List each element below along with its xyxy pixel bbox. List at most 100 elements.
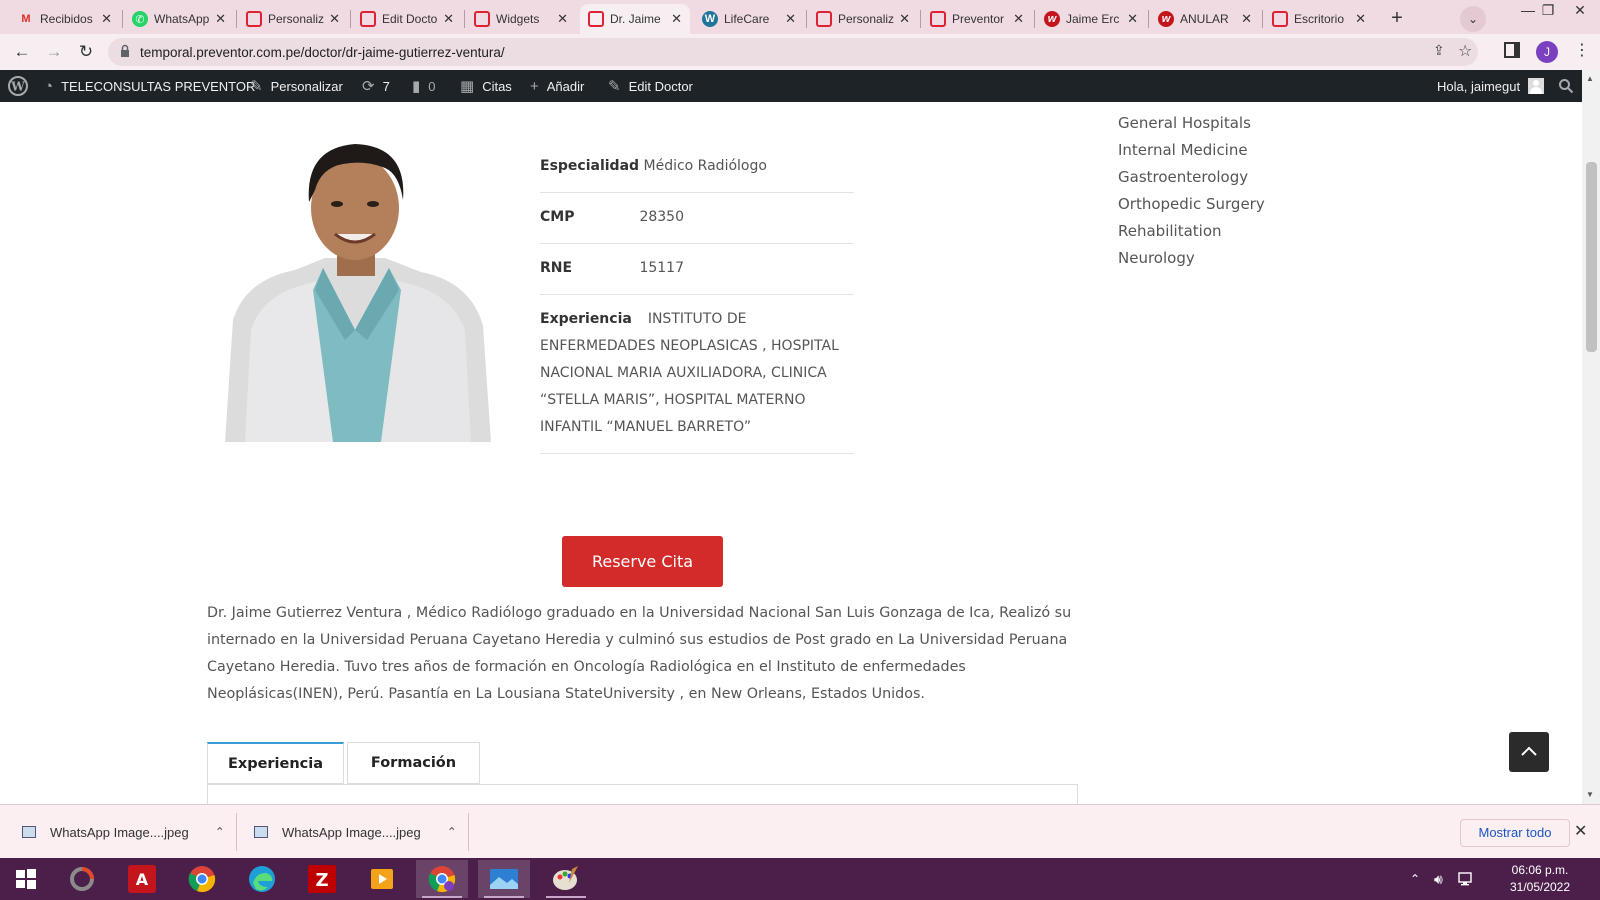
edit-doctor-link[interactable]: ✎ Edit Doctor bbox=[608, 70, 693, 102]
tab-escritorio[interactable]: Escritorio ✕ bbox=[1264, 4, 1374, 34]
close-icon[interactable]: ✕ bbox=[101, 11, 112, 27]
edge-icon[interactable] bbox=[236, 860, 288, 898]
customize-label: Personalizar bbox=[270, 78, 343, 94]
close-icon[interactable]: ✕ bbox=[329, 11, 340, 27]
customize-link[interactable]: ✎ Personalizar bbox=[250, 70, 343, 102]
chrome-running-icon[interactable] bbox=[416, 860, 468, 898]
tab-lifecare[interactable]: W LifeCare ✕ bbox=[694, 4, 804, 34]
add-new-link[interactable]: + Añadir bbox=[530, 70, 584, 102]
download-item[interactable]: WhatsApp Image....jpeg ⌃ bbox=[22, 805, 225, 859]
department-link[interactable]: Rehabilitation bbox=[1118, 218, 1265, 245]
chrome-icon[interactable] bbox=[176, 860, 228, 898]
wordpress-logo-icon[interactable]: W bbox=[8, 70, 28, 102]
tab-title: LifeCare bbox=[724, 12, 770, 26]
tab-title: Jaime Erc bbox=[1066, 12, 1120, 26]
bookmark-star-icon[interactable]: ☆ bbox=[1458, 41, 1472, 61]
department-link[interactable]: Internal Medicine bbox=[1118, 137, 1265, 164]
scroll-to-top-button[interactable] bbox=[1509, 732, 1549, 772]
user-avatar bbox=[1528, 78, 1545, 94]
close-icon[interactable]: ✕ bbox=[557, 11, 568, 27]
filezilla-icon[interactable]: Z bbox=[296, 860, 348, 898]
photos-app-icon[interactable] bbox=[478, 860, 530, 898]
chevron-up-icon[interactable]: ⌃ bbox=[215, 825, 225, 839]
tab-jaime-erc[interactable]: w Jaime Erc ✕ bbox=[1036, 4, 1146, 34]
tab-personaliz[interactable]: Personaliz ✕ bbox=[238, 4, 348, 34]
tab-widgets[interactable]: Widgets ✕ bbox=[466, 4, 576, 34]
tab-preventor[interactable]: Preventor ✕ bbox=[922, 4, 1032, 34]
download-item[interactable]: WhatsApp Image....jpeg ⌃ bbox=[254, 805, 457, 859]
tab-dr-jaime-active[interactable]: Dr. Jaime ✕ bbox=[580, 4, 690, 34]
lock-icon[interactable] bbox=[120, 44, 130, 58]
tab-whatsapp[interactable]: ✆ WhatsApp ✕ bbox=[124, 4, 234, 34]
scroll-down-arrow-icon[interactable]: ▼ bbox=[1586, 790, 1594, 799]
close-icon[interactable]: ✕ bbox=[1127, 11, 1138, 27]
brush-icon: ✎ bbox=[250, 78, 263, 95]
department-link[interactable]: General Hospitals bbox=[1118, 110, 1265, 137]
tab-search-chevron-icon[interactable]: ⌄ bbox=[1460, 6, 1486, 32]
close-icon[interactable]: ✕ bbox=[785, 11, 796, 27]
close-icon[interactable]: ✕ bbox=[1241, 11, 1252, 27]
clock-time: 06:06 p.m. bbox=[1511, 863, 1569, 877]
chevron-up-icon[interactable]: ⌃ bbox=[447, 825, 457, 839]
tab-formacion[interactable]: Formación bbox=[347, 742, 480, 784]
window-close-icon[interactable]: ✕ bbox=[1560, 2, 1600, 19]
citas-link[interactable]: ▦ Citas bbox=[460, 70, 512, 102]
tab-title: Preventor bbox=[952, 12, 1005, 26]
reserve-appointment-button[interactable]: Reserve Cita bbox=[562, 536, 723, 587]
tab-edit-doctor[interactable]: Edit Docto ✕ bbox=[352, 4, 462, 34]
address-bar[interactable]: temporal.preventor.com.pe/doctor/dr-jaim… bbox=[108, 38, 1478, 66]
acrobat-icon[interactable]: A bbox=[116, 860, 168, 898]
url-text[interactable]: temporal.preventor.com.pe/doctor/dr-jaim… bbox=[140, 45, 505, 60]
updates-link[interactable]: ⟳ 7 bbox=[362, 70, 390, 102]
close-icon[interactable]: ✕ bbox=[899, 11, 910, 27]
department-link[interactable]: Orthopedic Surgery bbox=[1118, 191, 1265, 218]
share-icon[interactable]: ⇪ bbox=[1433, 42, 1445, 59]
show-hidden-icons-chevron-icon[interactable]: ⌃ bbox=[1410, 858, 1420, 900]
network-icon[interactable] bbox=[1458, 858, 1474, 900]
new-tab-plus-icon[interactable]: + bbox=[1383, 7, 1411, 31]
tab-anular[interactable]: w ANULAR ✕ bbox=[1150, 4, 1260, 34]
site-name-menu[interactable]: ◔ TELECONSULTAS PREVENTOR bbox=[44, 70, 255, 102]
reload-icon[interactable]: ↻ bbox=[74, 40, 98, 64]
download-shelf: WhatsApp Image....jpeg ⌃ WhatsApp Image.… bbox=[0, 804, 1600, 858]
comments-count: 0 bbox=[428, 78, 436, 94]
svg-text:Z: Z bbox=[315, 870, 328, 891]
volume-icon[interactable]: 🔊︎ bbox=[1434, 858, 1443, 900]
forward-arrow-icon[interactable]: → bbox=[42, 40, 66, 64]
comments-link[interactable]: ▮ 0 bbox=[412, 70, 436, 102]
kebab-menu-icon[interactable]: ⋮ bbox=[1574, 40, 1590, 60]
cmp-row: CMP 28350 bbox=[540, 193, 854, 244]
close-icon[interactable]: ✕ bbox=[671, 11, 682, 27]
close-icon[interactable]: ✕ bbox=[1013, 11, 1024, 27]
back-arrow-icon[interactable]: ← bbox=[10, 40, 34, 64]
side-panel-icon[interactable] bbox=[1504, 42, 1520, 58]
department-link[interactable]: Gastroenterology bbox=[1118, 164, 1265, 191]
citas-label: Citas bbox=[482, 78, 512, 94]
department-link[interactable]: Neurology bbox=[1118, 245, 1265, 272]
paint-app-icon[interactable] bbox=[540, 860, 592, 898]
page-scrollbar[interactable]: ▲ ▼ bbox=[1582, 70, 1600, 804]
user-account-menu[interactable]: Hola, jaimegut bbox=[1437, 70, 1545, 102]
recovery-app-icon[interactable] bbox=[56, 860, 108, 898]
tab-personaliz-2[interactable]: Personaliz ✕ bbox=[808, 4, 918, 34]
close-icon[interactable]: ✕ bbox=[1355, 11, 1366, 27]
close-icon[interactable]: ✕ bbox=[443, 11, 454, 27]
close-icon[interactable]: ✕ bbox=[215, 11, 226, 27]
close-icon[interactable]: ✕ bbox=[1574, 821, 1587, 841]
edit-doctor-label: Edit Doctor bbox=[628, 78, 693, 94]
tab-gmail[interactable]: M Recibidos ✕ bbox=[10, 4, 120, 34]
show-all-downloads-button[interactable]: Mostrar todo bbox=[1460, 819, 1570, 847]
system-clock[interactable]: 06:06 p.m. 31/05/2022 bbox=[1508, 862, 1572, 896]
restore-icon[interactable]: ❐ bbox=[1536, 2, 1560, 19]
doctor-photo bbox=[225, 130, 491, 442]
whatsapp-icon: ✆ bbox=[132, 11, 148, 27]
search-icon[interactable] bbox=[1558, 70, 1574, 102]
tab-experiencia[interactable]: Experiencia bbox=[207, 742, 344, 784]
video-player-icon[interactable] bbox=[356, 860, 408, 898]
scroll-up-arrow-icon[interactable]: ▲ bbox=[1586, 74, 1594, 83]
tab-title: Edit Docto bbox=[382, 12, 438, 26]
profile-avatar[interactable]: J bbox=[1536, 41, 1558, 63]
page-icon bbox=[930, 11, 946, 27]
scrollbar-thumb[interactable] bbox=[1586, 162, 1597, 352]
start-windows-icon[interactable] bbox=[0, 860, 52, 898]
